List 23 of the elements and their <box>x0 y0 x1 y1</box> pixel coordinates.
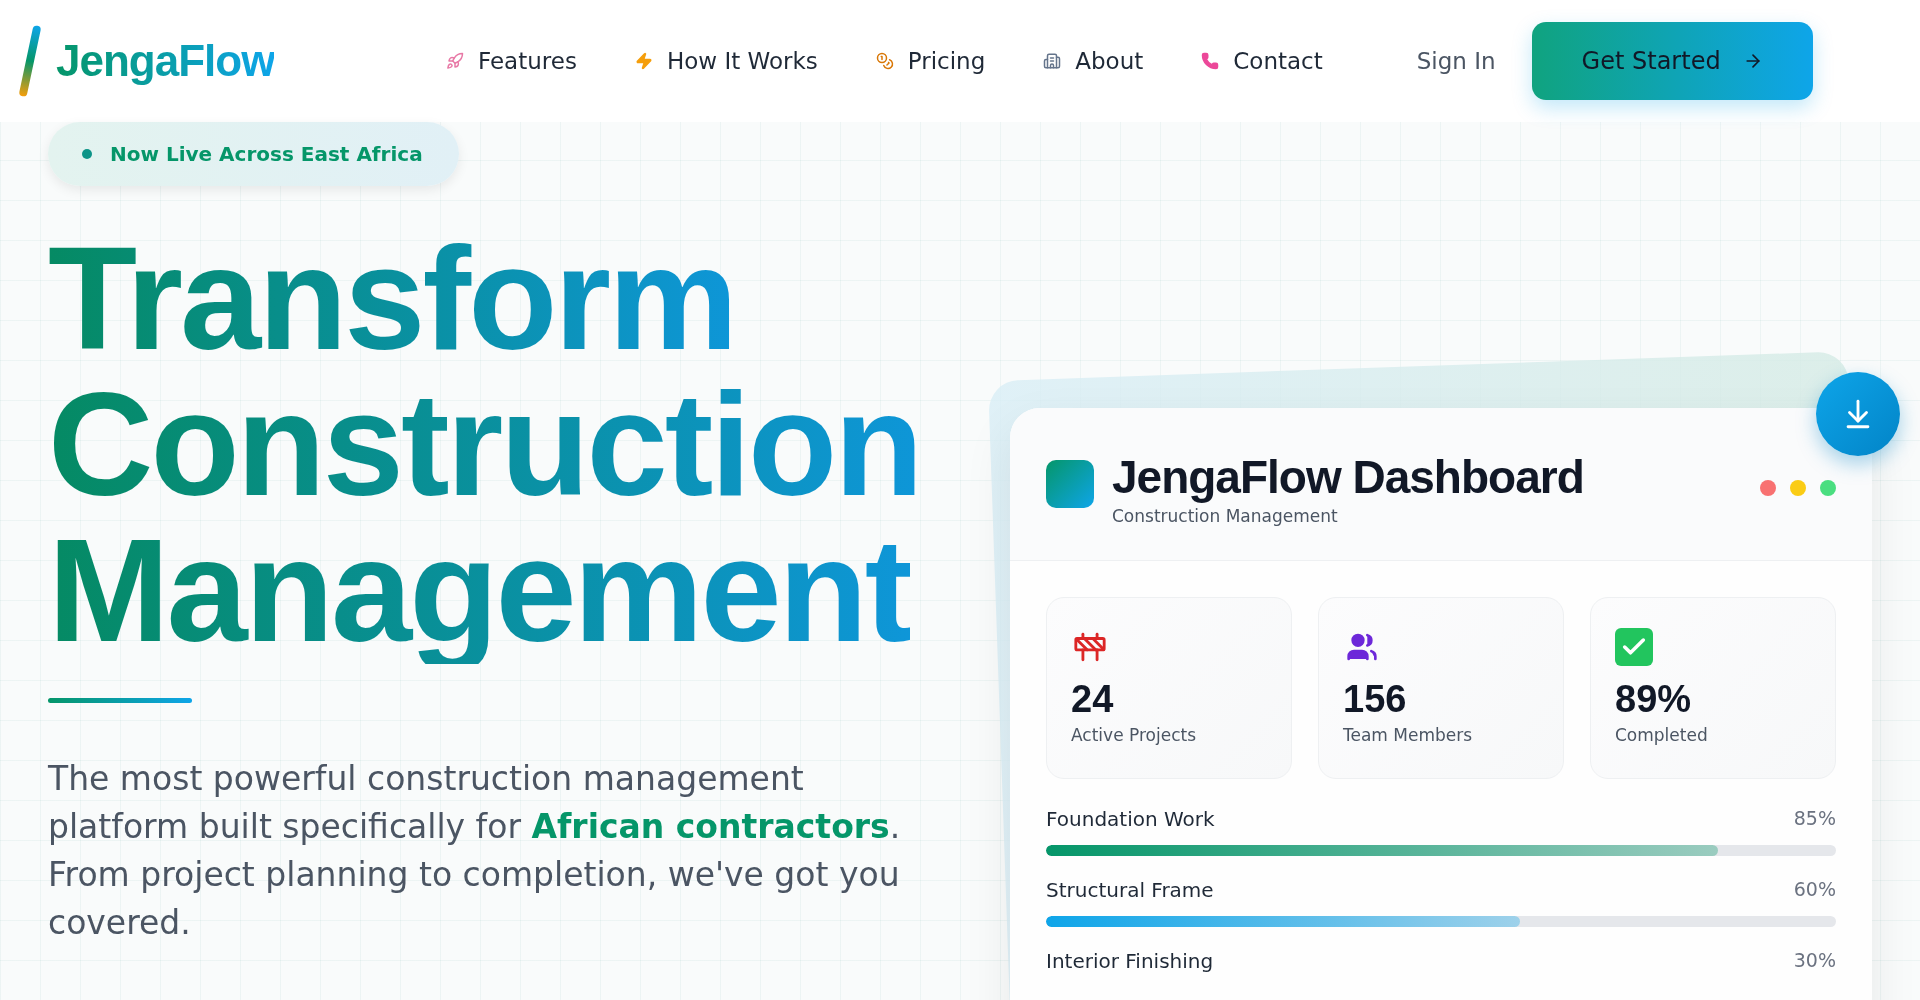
dashboard-title: JengaFlow Dashboard <box>1112 450 1585 504</box>
sign-in-link[interactable]: Sign In <box>1416 48 1496 74</box>
stat-value: 89% <box>1615 678 1693 721</box>
stat-label: Active Projects <box>1071 725 1197 745</box>
badge-text: Now Live Across East Africa <box>110 142 423 166</box>
progress-percent: 85% <box>1793 807 1836 831</box>
nav-link[interactable]: Contact <box>1201 48 1323 74</box>
stat-value: 24 <box>1071 678 1115 721</box>
progress-percent: 30% <box>1793 949 1836 973</box>
hero-description: The most powerful construction management platform built specifically for African contractors. From project planning to completion, we've got you covered. <box>48 758 902 944</box>
nav-link[interactable]: How It Works <box>634 48 818 74</box>
nav-link[interactable]: About <box>1043 48 1144 74</box>
stat-value: 156 <box>1343 678 1408 721</box>
progress-percent: 60% <box>1793 878 1836 902</box>
progress-label: Structural Frame <box>1046 878 1214 902</box>
get-started-button[interactable]: Get Started <box>1531 22 1813 100</box>
dashboard-subtitle: Construction Management <box>1112 506 1339 526</box>
stat-label: Team Members <box>1343 725 1474 745</box>
progress-label: Foundation Work <box>1046 807 1215 831</box>
progress-label: Interior Finishing <box>1046 949 1214 973</box>
nav-link[interactable]: Pricing <box>875 48 986 74</box>
stat-label: Completed <box>1615 725 1709 745</box>
nav-link[interactable]: Features <box>446 48 577 74</box>
